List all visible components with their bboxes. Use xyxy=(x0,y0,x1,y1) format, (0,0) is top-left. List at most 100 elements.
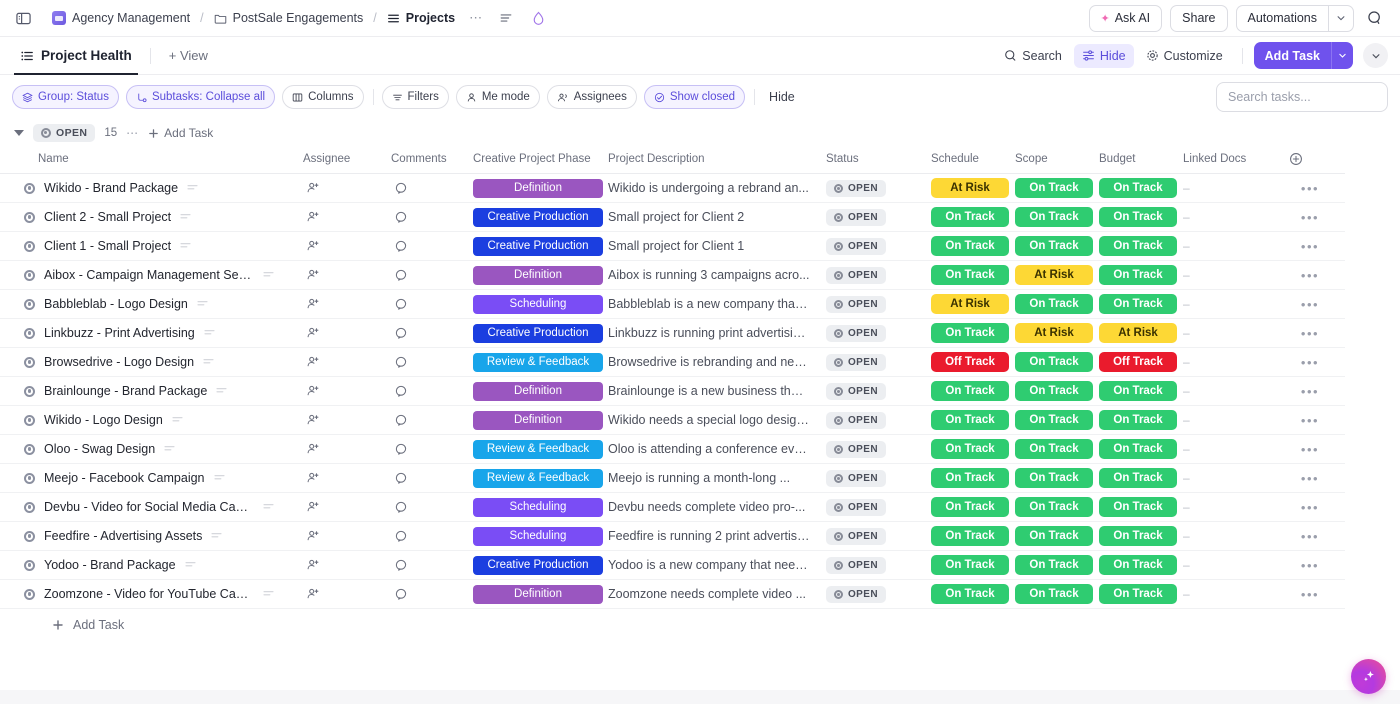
row-more-button[interactable]: ••• xyxy=(1283,326,1337,341)
task-status-ring-icon[interactable] xyxy=(24,385,35,397)
cell-creative-project-phase[interactable]: Definition xyxy=(465,579,603,609)
cell-project-description[interactable]: Meejo is running a month-long ... xyxy=(600,463,818,493)
cell-name[interactable]: Browsedrive - Logo Design xyxy=(0,347,295,377)
row-more-button[interactable]: ••• xyxy=(1283,413,1337,428)
col-header-creative-project-phase[interactable]: Creative Project Phase xyxy=(465,147,600,174)
phase-badge[interactable]: Scheduling xyxy=(473,497,603,517)
cell-budget[interactable]: At Risk xyxy=(1091,318,1177,348)
table-row[interactable]: Zoomzone - Video for YouTube Campa... Def… xyxy=(0,579,1345,609)
task-name[interactable]: Oloo - Swag Design xyxy=(44,442,155,456)
cell-linked-docs[interactable]: – xyxy=(1175,289,1275,319)
cell-status[interactable]: OPEN xyxy=(818,231,923,261)
table-row[interactable]: Brainlounge - Brand Package Definition Bra… xyxy=(0,376,1345,406)
table-row[interactable]: Aibox - Campaign Management Servic... Def… xyxy=(0,260,1345,290)
add-task-caret-button[interactable] xyxy=(1331,42,1353,69)
table-row[interactable]: Oloo - Swag Design Review & Feedback Oloo … xyxy=(0,434,1345,464)
cell-comments[interactable] xyxy=(383,202,465,232)
task-name[interactable]: Yodoo - Brand Package xyxy=(44,558,176,572)
cell-linked-docs[interactable]: – xyxy=(1175,376,1275,406)
phase-badge[interactable]: Definition xyxy=(473,178,603,198)
cell-scope[interactable]: On Track xyxy=(1007,492,1093,522)
cell-linked-docs[interactable]: – xyxy=(1175,260,1275,290)
task-name[interactable]: Meejo - Facebook Campaign xyxy=(44,471,205,485)
cell-creative-project-phase[interactable]: Scheduling xyxy=(465,289,603,319)
cell-scope[interactable]: On Track xyxy=(1007,579,1093,609)
col-header-assignee[interactable]: Assignee xyxy=(295,147,383,174)
cell-status[interactable]: OPEN xyxy=(818,405,923,435)
cell-budget[interactable]: Off Track xyxy=(1091,347,1177,377)
cell-name[interactable]: Aibox - Campaign Management Servic... xyxy=(0,260,295,290)
scope-health-badge[interactable]: At Risk xyxy=(1015,323,1093,343)
cell-budget[interactable]: On Track xyxy=(1091,492,1177,522)
cell-linked-docs[interactable]: – xyxy=(1175,579,1275,609)
cell-schedule[interactable]: On Track xyxy=(923,202,1009,232)
assignee-add-icon[interactable] xyxy=(303,439,323,459)
cell-name[interactable]: Feedfire - Advertising Assets xyxy=(0,521,295,551)
cell-linked-docs[interactable]: – xyxy=(1175,173,1275,203)
cell-project-description[interactable]: Small project for Client 2 xyxy=(600,202,818,232)
search-input[interactable] xyxy=(1216,82,1388,112)
table-row[interactable]: Meejo - Facebook Campaign Review & Feedba… xyxy=(0,463,1345,493)
tab-project-health[interactable]: Project Health xyxy=(14,37,138,75)
scope-health-badge[interactable]: On Track xyxy=(1015,497,1093,517)
cell-schedule[interactable]: On Track xyxy=(923,521,1009,551)
cell-assignee[interactable] xyxy=(295,231,383,261)
cell-project-description[interactable]: Aibox is running 3 campaigns acro... xyxy=(600,260,818,290)
schedule-health-badge[interactable]: On Track xyxy=(931,468,1009,488)
cell-budget[interactable]: On Track xyxy=(1091,579,1177,609)
list-settings-icon[interactable] xyxy=(493,5,519,31)
task-status-ring-icon[interactable] xyxy=(24,240,35,252)
budget-health-badge[interactable]: At Risk xyxy=(1099,323,1177,343)
chip-columns[interactable]: Columns xyxy=(282,85,364,109)
cell-schedule[interactable]: On Track xyxy=(923,376,1009,406)
cell-comments[interactable] xyxy=(383,173,465,203)
task-name[interactable]: Wikido - Logo Design xyxy=(44,413,163,427)
comment-icon-button[interactable] xyxy=(391,410,411,430)
table-row[interactable]: Yodoo - Brand Package Creative Production… xyxy=(0,550,1345,580)
comment-icon-button[interactable] xyxy=(391,323,411,343)
scope-health-badge[interactable]: On Track xyxy=(1015,410,1093,430)
row-more-button[interactable]: ••• xyxy=(1283,587,1337,602)
cell-status[interactable]: OPEN xyxy=(818,289,923,319)
task-name[interactable]: Babbleblab - Logo Design xyxy=(44,297,188,311)
status-badge[interactable]: OPEN xyxy=(826,208,886,226)
add-view-button[interactable]: + View xyxy=(163,44,214,67)
breadcrumb-item-projects[interactable]: Projects xyxy=(383,8,459,28)
cell-schedule[interactable]: Off Track xyxy=(923,347,1009,377)
comment-icon-button[interactable] xyxy=(391,497,411,517)
task-name[interactable]: Feedfire - Advertising Assets xyxy=(44,529,202,543)
comment-icon-button[interactable] xyxy=(391,584,411,604)
status-badge[interactable]: OPEN xyxy=(826,179,886,197)
comment-icon-button[interactable] xyxy=(391,555,411,575)
cell-status[interactable]: OPEN xyxy=(818,318,923,348)
cell-creative-project-phase[interactable]: Review & Feedback xyxy=(465,347,603,377)
task-status-ring-icon[interactable] xyxy=(24,501,35,513)
cell-status[interactable]: OPEN xyxy=(818,202,923,232)
cell-project-description[interactable]: Wikido is undergoing a rebrand an... xyxy=(600,173,818,203)
cell-budget[interactable]: On Track xyxy=(1091,550,1177,580)
cell-schedule[interactable]: On Track xyxy=(923,434,1009,464)
col-header-budget[interactable]: Budget xyxy=(1091,147,1175,174)
budget-health-badge[interactable]: On Track xyxy=(1099,584,1177,604)
cell-scope[interactable]: On Track xyxy=(1007,173,1093,203)
cell-assignee[interactable] xyxy=(295,492,383,522)
cell-creative-project-phase[interactable]: Creative Production xyxy=(465,202,603,232)
cell-name[interactable]: Wikido - Logo Design xyxy=(0,405,295,435)
budget-health-badge[interactable]: On Track xyxy=(1099,497,1177,517)
cell-row-actions[interactable]: ••• xyxy=(1275,463,1345,493)
cell-comments[interactable] xyxy=(383,405,465,435)
table-row[interactable]: Linkbuzz - Print Advertising Creative Pro… xyxy=(0,318,1345,348)
cell-project-description[interactable]: Wikido needs a special logo design... xyxy=(600,405,818,435)
cell-row-actions[interactable]: ••• xyxy=(1275,550,1345,580)
cell-assignee[interactable] xyxy=(295,376,383,406)
cell-row-actions[interactable]: ••• xyxy=(1275,202,1345,232)
phase-badge[interactable]: Definition xyxy=(473,381,603,401)
scope-health-badge[interactable]: On Track xyxy=(1015,236,1093,256)
comment-icon-button[interactable] xyxy=(391,178,411,198)
cell-scope[interactable]: On Track xyxy=(1007,231,1093,261)
row-more-button[interactable]: ••• xyxy=(1283,355,1337,370)
cell-row-actions[interactable]: ••• xyxy=(1275,347,1345,377)
cell-project-description[interactable]: Oloo is attending a conference eve... xyxy=(600,434,818,464)
scope-health-badge[interactable]: On Track xyxy=(1015,178,1093,198)
phase-badge[interactable]: Creative Production xyxy=(473,236,603,256)
